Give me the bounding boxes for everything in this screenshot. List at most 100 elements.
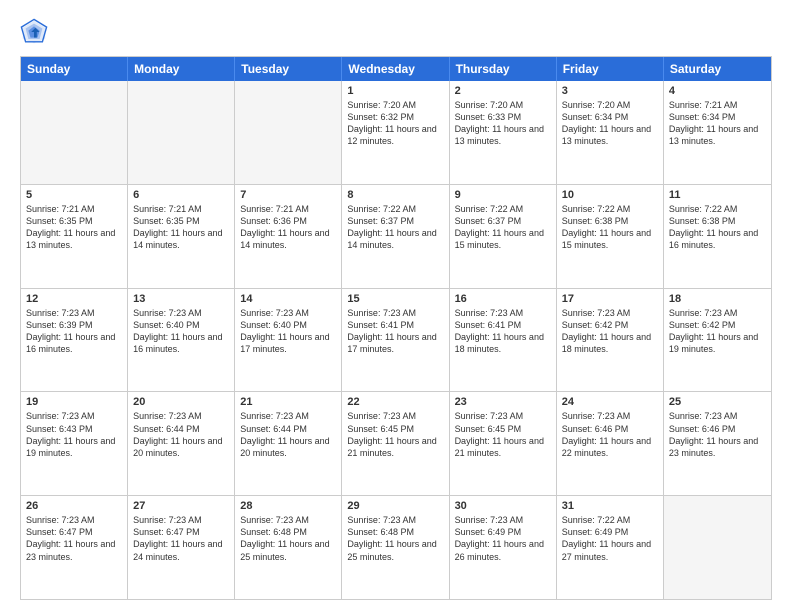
day-number: 29 (347, 500, 443, 512)
calendar-cell: 1Sunrise: 7:20 AMSunset: 6:32 PMDaylight… (342, 81, 449, 184)
day-number: 21 (240, 396, 336, 408)
cell-text-line: Sunrise: 7:23 AM (133, 307, 229, 319)
cell-text-line: Sunset: 6:37 PM (347, 215, 443, 227)
cell-text-line: Sunrise: 7:23 AM (26, 307, 122, 319)
cell-text-line: Sunset: 6:47 PM (26, 526, 122, 538)
cell-text-line: Daylight: 11 hours and 26 minutes. (455, 538, 551, 562)
cell-text-line: Daylight: 11 hours and 21 minutes. (347, 435, 443, 459)
cell-text-line: Sunset: 6:35 PM (26, 215, 122, 227)
calendar-header: SundayMondayTuesdayWednesdayThursdayFrid… (21, 57, 771, 81)
day-number: 19 (26, 396, 122, 408)
day-number: 31 (562, 500, 658, 512)
calendar-cell: 28Sunrise: 7:23 AMSunset: 6:48 PMDayligh… (235, 496, 342, 599)
cell-text-line: Daylight: 11 hours and 25 minutes. (347, 538, 443, 562)
cell-text-line: Sunrise: 7:23 AM (133, 514, 229, 526)
cell-text-line: Sunset: 6:42 PM (669, 319, 766, 331)
cell-text-line: Sunset: 6:34 PM (669, 111, 766, 123)
cell-text-line: Daylight: 11 hours and 14 minutes. (347, 227, 443, 251)
calendar-cell: 13Sunrise: 7:23 AMSunset: 6:40 PMDayligh… (128, 289, 235, 392)
cell-text-line: Sunset: 6:41 PM (347, 319, 443, 331)
cell-text-line: Daylight: 11 hours and 19 minutes. (669, 331, 766, 355)
calendar-cell: 31Sunrise: 7:22 AMSunset: 6:49 PMDayligh… (557, 496, 664, 599)
cell-text-line: Sunset: 6:46 PM (562, 423, 658, 435)
header-day-wednesday: Wednesday (342, 57, 449, 81)
calendar-cell: 9Sunrise: 7:22 AMSunset: 6:37 PMDaylight… (450, 185, 557, 288)
cell-text-line: Daylight: 11 hours and 13 minutes. (26, 227, 122, 251)
calendar-cell (664, 496, 771, 599)
calendar-cell: 8Sunrise: 7:22 AMSunset: 6:37 PMDaylight… (342, 185, 449, 288)
cell-text-line: Daylight: 11 hours and 27 minutes. (562, 538, 658, 562)
cell-text-line: Sunset: 6:38 PM (669, 215, 766, 227)
cell-text-line: Sunset: 6:32 PM (347, 111, 443, 123)
cell-text-line: Sunrise: 7:21 AM (26, 203, 122, 215)
cell-text-line: Daylight: 11 hours and 15 minutes. (455, 227, 551, 251)
cell-text-line: Daylight: 11 hours and 20 minutes. (240, 435, 336, 459)
header-day-saturday: Saturday (664, 57, 771, 81)
calendar-cell: 7Sunrise: 7:21 AMSunset: 6:36 PMDaylight… (235, 185, 342, 288)
day-number: 15 (347, 293, 443, 305)
header-day-tuesday: Tuesday (235, 57, 342, 81)
cell-text-line: Sunrise: 7:23 AM (562, 410, 658, 422)
day-number: 6 (133, 189, 229, 201)
cell-text-line: Sunrise: 7:21 AM (240, 203, 336, 215)
header-day-friday: Friday (557, 57, 664, 81)
cell-text-line: Sunset: 6:35 PM (133, 215, 229, 227)
calendar-cell: 4Sunrise: 7:21 AMSunset: 6:34 PMDaylight… (664, 81, 771, 184)
cell-text-line: Daylight: 11 hours and 14 minutes. (240, 227, 336, 251)
calendar-cell: 10Sunrise: 7:22 AMSunset: 6:38 PMDayligh… (557, 185, 664, 288)
day-number: 24 (562, 396, 658, 408)
cell-text-line: Daylight: 11 hours and 17 minutes. (240, 331, 336, 355)
cell-text-line: Sunset: 6:42 PM (562, 319, 658, 331)
calendar-cell: 27Sunrise: 7:23 AMSunset: 6:47 PMDayligh… (128, 496, 235, 599)
day-number: 2 (455, 85, 551, 97)
calendar-cell: 22Sunrise: 7:23 AMSunset: 6:45 PMDayligh… (342, 392, 449, 495)
day-number: 26 (26, 500, 122, 512)
calendar-cell: 2Sunrise: 7:20 AMSunset: 6:33 PMDaylight… (450, 81, 557, 184)
cell-text-line: Sunset: 6:44 PM (133, 423, 229, 435)
day-number: 12 (26, 293, 122, 305)
day-number: 14 (240, 293, 336, 305)
cell-text-line: Sunset: 6:45 PM (455, 423, 551, 435)
cell-text-line: Sunrise: 7:23 AM (347, 410, 443, 422)
cell-text-line: Daylight: 11 hours and 23 minutes. (26, 538, 122, 562)
cell-text-line: Sunset: 6:49 PM (562, 526, 658, 538)
cell-text-line: Sunset: 6:34 PM (562, 111, 658, 123)
cell-text-line: Sunrise: 7:23 AM (240, 514, 336, 526)
calendar-cell: 19Sunrise: 7:23 AMSunset: 6:43 PMDayligh… (21, 392, 128, 495)
day-number: 17 (562, 293, 658, 305)
cell-text-line: Sunrise: 7:20 AM (562, 99, 658, 111)
calendar-row-0: 1Sunrise: 7:20 AMSunset: 6:32 PMDaylight… (21, 81, 771, 184)
cell-text-line: Daylight: 11 hours and 15 minutes. (562, 227, 658, 251)
calendar-row-2: 12Sunrise: 7:23 AMSunset: 6:39 PMDayligh… (21, 288, 771, 392)
calendar-cell: 15Sunrise: 7:23 AMSunset: 6:41 PMDayligh… (342, 289, 449, 392)
calendar-cell: 29Sunrise: 7:23 AMSunset: 6:48 PMDayligh… (342, 496, 449, 599)
cell-text-line: Sunrise: 7:22 AM (669, 203, 766, 215)
cell-text-line: Sunrise: 7:23 AM (455, 514, 551, 526)
calendar-row-3: 19Sunrise: 7:23 AMSunset: 6:43 PMDayligh… (21, 391, 771, 495)
calendar-cell: 14Sunrise: 7:23 AMSunset: 6:40 PMDayligh… (235, 289, 342, 392)
calendar-cell: 23Sunrise: 7:23 AMSunset: 6:45 PMDayligh… (450, 392, 557, 495)
cell-text-line: Sunset: 6:40 PM (240, 319, 336, 331)
cell-text-line: Sunset: 6:45 PM (347, 423, 443, 435)
day-number: 13 (133, 293, 229, 305)
logo (20, 18, 52, 46)
cell-text-line: Daylight: 11 hours and 16 minutes. (26, 331, 122, 355)
calendar-body: 1Sunrise: 7:20 AMSunset: 6:32 PMDaylight… (21, 81, 771, 599)
day-number: 27 (133, 500, 229, 512)
cell-text-line: Daylight: 11 hours and 17 minutes. (347, 331, 443, 355)
day-number: 4 (669, 85, 766, 97)
cell-text-line: Sunset: 6:48 PM (240, 526, 336, 538)
calendar-cell: 24Sunrise: 7:23 AMSunset: 6:46 PMDayligh… (557, 392, 664, 495)
header-day-thursday: Thursday (450, 57, 557, 81)
calendar-cell: 26Sunrise: 7:23 AMSunset: 6:47 PMDayligh… (21, 496, 128, 599)
cell-text-line: Sunrise: 7:23 AM (455, 410, 551, 422)
cell-text-line: Daylight: 11 hours and 18 minutes. (562, 331, 658, 355)
day-number: 3 (562, 85, 658, 97)
calendar-cell: 17Sunrise: 7:23 AMSunset: 6:42 PMDayligh… (557, 289, 664, 392)
calendar-cell: 18Sunrise: 7:23 AMSunset: 6:42 PMDayligh… (664, 289, 771, 392)
calendar-cell: 20Sunrise: 7:23 AMSunset: 6:44 PMDayligh… (128, 392, 235, 495)
cell-text-line: Sunrise: 7:23 AM (133, 410, 229, 422)
cell-text-line: Sunset: 6:37 PM (455, 215, 551, 227)
cell-text-line: Sunrise: 7:23 AM (26, 410, 122, 422)
cell-text-line: Sunrise: 7:22 AM (562, 203, 658, 215)
